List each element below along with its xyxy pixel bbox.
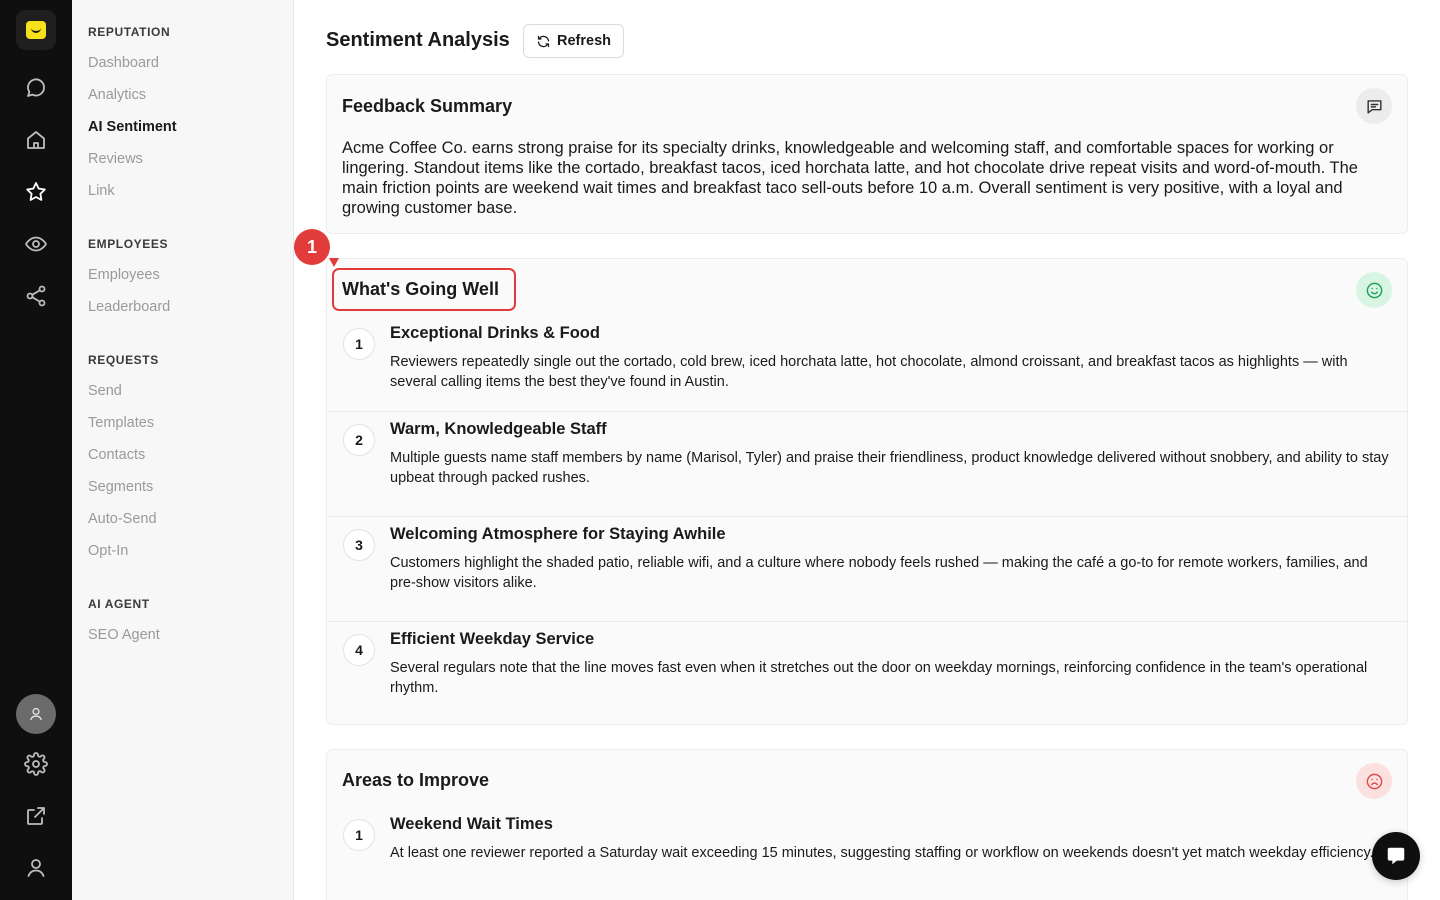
item-description: Reviewers repeatedly single out the cort… [390, 354, 1348, 390]
going-well-item: 1 Exceptional Drinks & Food Reviewers re… [327, 316, 1407, 421]
external-link-icon [27, 807, 45, 825]
chat-widget-button[interactable] [1372, 832, 1420, 880]
feedback-summary-title: Feedback Summary [342, 96, 513, 116]
nav-section-employees: EMPLOYEES [88, 237, 169, 251]
going-well-card: What's Going Well 1 Exceptional Drinks &… [326, 258, 1408, 725]
nav-item-auto-send[interactable]: Auto-Send [88, 511, 157, 527]
item-title: Weekend Wait Times [390, 815, 553, 833]
item-number: 1 [343, 819, 375, 851]
rail-chat-button[interactable] [16, 68, 56, 108]
nav-item-contacts[interactable]: Contacts [88, 447, 145, 463]
item-description: Multiple guests name staff members by na… [390, 450, 1389, 486]
chat-icon [27, 78, 45, 97]
summary-icon-badge [1356, 88, 1392, 124]
nav-sidebar: REPUTATION Dashboard Analytics AI Sentim… [72, 0, 294, 900]
avatar-user-icon [29, 707, 43, 721]
frown-icon [1366, 773, 1382, 789]
item-title: Welcoming Atmosphere for Staying Awhile [390, 525, 726, 543]
item-description: Several regulars note that the line move… [390, 660, 1368, 696]
nav-item-ai-sentiment[interactable]: AI Sentiment [88, 119, 177, 135]
smile-icon [1366, 282, 1382, 298]
item-title: Exceptional Drinks & Food [390, 324, 600, 342]
negative-icon-badge [1356, 763, 1392, 799]
nav-item-segments[interactable]: Segments [88, 479, 153, 495]
nav-item-reviews[interactable]: Reviews [88, 151, 143, 167]
user-icon [27, 859, 45, 877]
positive-icon-badge [1356, 272, 1392, 308]
nav-item-link[interactable]: Link [88, 183, 115, 199]
nav-section-requests: REQUESTS [88, 353, 159, 367]
nav-item-employees[interactable]: Employees [88, 267, 160, 283]
rail-profile-button[interactable] [16, 848, 56, 888]
avatar[interactable] [16, 694, 56, 734]
going-well-item: 4 Efficient Weekday Service Several regu… [327, 621, 1407, 726]
item-number: 4 [343, 634, 375, 666]
rail-share-button[interactable] [16, 276, 56, 316]
main-content: Sentiment Analysis Refresh Feedback Summ… [294, 0, 1440, 900]
nav-item-dashboard[interactable]: Dashboard [88, 55, 159, 71]
item-number: 1 [343, 328, 375, 360]
nav-item-leaderboard[interactable]: Leaderboard [88, 299, 170, 315]
going-well-item: 3 Welcoming Atmosphere for Staying Awhil… [327, 516, 1407, 621]
item-number: 3 [343, 529, 375, 561]
improve-item: 1 Weekend Wait Times At least one review… [327, 807, 1407, 900]
eye-icon [25, 236, 47, 252]
refresh-label: Refresh [557, 33, 611, 49]
item-title: Efficient Weekday Service [390, 630, 595, 648]
annotation-marker: 1 [294, 229, 330, 265]
rail-home-button[interactable] [16, 120, 56, 160]
areas-to-improve-title: Areas to Improve [342, 770, 490, 790]
rail-external-link-button[interactable] [16, 796, 56, 836]
feedback-summary-card: Feedback Summary Acme Coffee Co. earns s… [326, 74, 1408, 234]
item-title: Warm, Knowledgeable Staff [390, 420, 607, 438]
item-number: 2 [343, 424, 375, 456]
nav-item-templates[interactable]: Templates [88, 415, 154, 431]
rail-settings-button[interactable] [16, 744, 56, 784]
rail-eye-button[interactable] [16, 224, 56, 264]
feedback-summary-text: Acme Coffee Co. earns strong praise for … [342, 139, 1358, 217]
message-square-icon [1366, 99, 1382, 114]
icon-rail [0, 0, 72, 900]
refresh-button[interactable]: Refresh [523, 24, 624, 58]
nav-item-send[interactable]: Send [88, 383, 122, 399]
star-icon [26, 182, 46, 201]
rail-star-button[interactable] [16, 172, 56, 212]
logo-chat-icon [26, 21, 46, 39]
nav-item-analytics[interactable]: Analytics [88, 87, 146, 103]
item-description: Customers highlight the shaded patio, re… [390, 555, 1368, 591]
gear-icon [24, 752, 48, 776]
page-title: Sentiment Analysis [326, 29, 510, 51]
nav-item-opt-in[interactable]: Opt-In [88, 543, 128, 559]
share-icon [26, 285, 46, 307]
areas-to-improve-card: Areas to Improve 1 Weekend Wait Times At… [326, 749, 1408, 900]
refresh-icon [537, 35, 550, 47]
app-logo[interactable] [16, 10, 56, 50]
annotation-highlight-box [332, 268, 516, 311]
going-well-item: 2 Warm, Knowledgeable Staff Multiple gue… [327, 411, 1407, 516]
item-description: At least one reviewer reported a Saturda… [390, 845, 1374, 861]
nav-section-reputation: REPUTATION [88, 25, 171, 39]
annotation-marker-pointer [329, 258, 339, 267]
chat-bubble-icon [1387, 847, 1405, 865]
home-icon [27, 131, 45, 149]
nav-section-ai-agent: AI AGENT [88, 597, 150, 611]
nav-item-seo-agent[interactable]: SEO Agent [88, 627, 160, 643]
